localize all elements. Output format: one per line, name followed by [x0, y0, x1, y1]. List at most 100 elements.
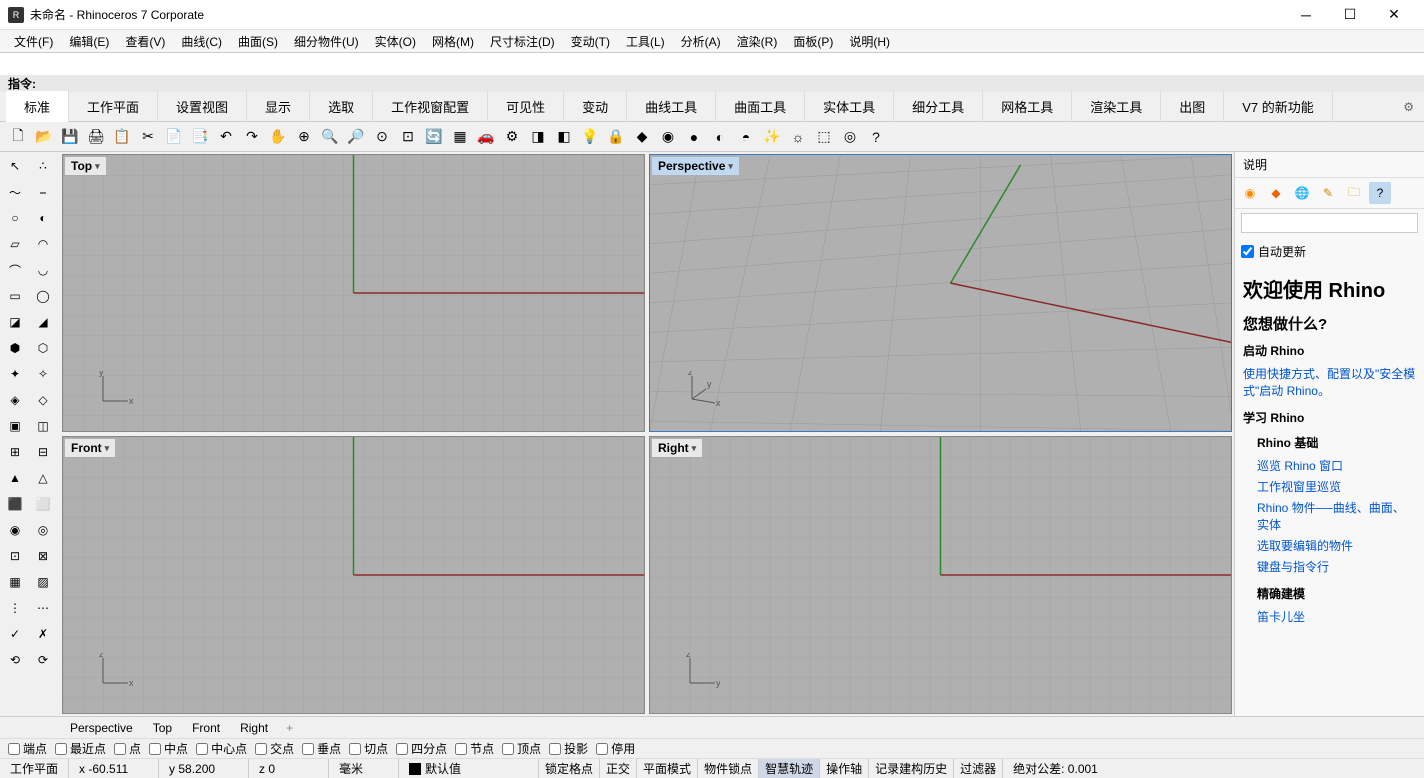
osnap-4[interactable]: 中心点 [196, 740, 247, 757]
toolbar-btn-10[interactable]: ✋ [266, 125, 290, 149]
toolbar-btn-23[interactable]: 🔒 [604, 125, 628, 149]
osnap-2[interactable]: 点 [114, 740, 141, 757]
help-link-0[interactable]: 巡览 Rhino 窗口 [1257, 455, 1416, 476]
status-unit[interactable]: 毫米 [329, 759, 399, 778]
menu-item-0[interactable]: 文件(F) [6, 30, 61, 53]
toolbar-btn-11[interactable]: ⊕ [292, 125, 316, 149]
osnap-check-6[interactable] [302, 743, 314, 755]
help-link-2[interactable]: Rhino 物件──曲线、曲面、实体 [1257, 497, 1416, 535]
osnap-0[interactable]: 端点 [8, 740, 47, 757]
osnap-check-12[interactable] [596, 743, 608, 755]
side-btn-7-1[interactable]: ⬡ [30, 336, 56, 360]
side-btn-8-0[interactable]: ✦ [2, 362, 28, 386]
toolbar-btn-30[interactable]: ☼ [786, 125, 810, 149]
viewport-front-label[interactable]: Front▾ [65, 439, 115, 457]
osnap-10[interactable]: 顶点 [502, 740, 541, 757]
status-toggle-6[interactable]: 记录建构历史 [869, 759, 954, 778]
side-btn-4-1[interactable]: ◡ [30, 258, 56, 282]
status-toggle-2[interactable]: 平面模式 [637, 759, 698, 778]
osnap-5[interactable]: 交点 [255, 740, 294, 757]
status-toggle-1[interactable]: 正交 [600, 759, 637, 778]
toolbar-btn-15[interactable]: ⊡ [396, 125, 420, 149]
side-btn-15-1[interactable]: ⊠ [30, 544, 56, 568]
menu-item-7[interactable]: 网格(M) [424, 30, 482, 53]
viewport-top[interactable]: Top▾ xy [62, 154, 645, 432]
viewport-tab-front[interactable]: Front [182, 718, 230, 738]
side-btn-8-1[interactable]: ✧ [30, 362, 56, 386]
toolbar-btn-20[interactable]: ◨ [526, 125, 550, 149]
side-btn-16-0[interactable]: ▦ [2, 570, 28, 594]
side-btn-18-1[interactable]: ✗ [30, 622, 56, 646]
viewport-front[interactable]: Front▾ xz [62, 436, 645, 714]
side-btn-10-1[interactable]: ◫ [30, 414, 56, 438]
toolbar-btn-26[interactable]: ● [682, 125, 706, 149]
side-btn-11-0[interactable]: ⊞ [2, 440, 28, 464]
osnap-11[interactable]: 投影 [549, 740, 588, 757]
status-layer[interactable]: 默认值 [399, 759, 539, 778]
menu-item-8[interactable]: 尺寸标注(D) [482, 30, 563, 53]
side-btn-10-0[interactable]: ▣ [2, 414, 28, 438]
status-toggle-4[interactable]: 智慧轨迹 [759, 759, 820, 778]
osnap-7[interactable]: 切点 [349, 740, 388, 757]
side-btn-13-0[interactable]: ⬛ [2, 492, 28, 516]
side-btn-3-1[interactable]: ◠ [30, 232, 56, 256]
toolbar-btn-14[interactable]: ⊙ [370, 125, 394, 149]
side-btn-11-1[interactable]: ⊟ [30, 440, 56, 464]
osnap-check-11[interactable] [549, 743, 561, 755]
menu-item-3[interactable]: 曲线(C) [173, 30, 230, 53]
tab-14[interactable]: 出图 [1161, 91, 1224, 122]
side-btn-2-0[interactable]: ○ [2, 206, 28, 230]
osnap-check-10[interactable] [502, 743, 514, 755]
toolbar-btn-31[interactable]: ⬚ [812, 125, 836, 149]
command-input[interactable] [40, 77, 1416, 91]
tab-4[interactable]: 选取 [310, 91, 373, 122]
tab-0[interactable]: 标准 [6, 91, 69, 122]
osnap-8[interactable]: 四分点 [396, 740, 447, 757]
toolbar-btn-32[interactable]: ◎ [838, 125, 862, 149]
tab-6[interactable]: 可见性 [488, 91, 564, 122]
osnap-6[interactable]: 垂点 [302, 740, 341, 757]
side-btn-1-1[interactable]: ⎯ [30, 180, 56, 204]
help-link-start[interactable]: 使用快捷方式、配置以及"安全模式"启动 Rhino。 [1243, 363, 1416, 401]
side-btn-3-0[interactable]: ▱ [2, 232, 28, 256]
tab-7[interactable]: 变动 [564, 91, 627, 122]
side-btn-17-0[interactable]: ⋮ [2, 596, 28, 620]
side-btn-7-0[interactable]: ⬢ [2, 336, 28, 360]
menu-item-2[interactable]: 查看(V) [117, 30, 173, 53]
tab-5[interactable]: 工作视窗配置 [373, 91, 488, 122]
toolbar-btn-29[interactable]: ✨ [760, 125, 784, 149]
maximize-button[interactable]: ☐ [1328, 1, 1372, 29]
side-btn-18-0[interactable]: ✓ [2, 622, 28, 646]
help-link-4[interactable]: 键盘与指令行 [1257, 556, 1416, 577]
menu-item-11[interactable]: 分析(A) [673, 30, 729, 53]
osnap-check-1[interactable] [55, 743, 67, 755]
gear-icon[interactable]: ⚙ [1393, 94, 1424, 120]
toolbar-btn-27[interactable]: ◐ [708, 125, 732, 149]
toolbar-btn-5[interactable]: ✂ [136, 125, 160, 149]
toolbar-btn-6[interactable]: 📄 [162, 125, 186, 149]
help-panel-icon[interactable]: ? [1369, 182, 1391, 204]
osnap-check-0[interactable] [8, 743, 20, 755]
tab-3[interactable]: 显示 [247, 91, 310, 122]
menu-item-9[interactable]: 变动(T) [563, 30, 618, 53]
menu-item-10[interactable]: 工具(L) [618, 30, 673, 53]
viewport-perspective[interactable]: Perspective▾ xzy [649, 154, 1232, 432]
viewport-top-label[interactable]: Top▾ [65, 157, 106, 175]
auto-update-checkbox[interactable] [1241, 245, 1254, 258]
osnap-check-4[interactable] [196, 743, 208, 755]
osnap-check-5[interactable] [255, 743, 267, 755]
side-btn-9-0[interactable]: ◈ [2, 388, 28, 412]
viewport-tab-perspective[interactable]: Perspective [60, 718, 143, 738]
menu-item-6[interactable]: 实体(O) [367, 30, 424, 53]
side-btn-16-1[interactable]: ▨ [30, 570, 56, 594]
menu-item-5[interactable]: 细分物件(U) [286, 30, 367, 53]
toolbar-btn-13[interactable]: 🔎 [344, 125, 368, 149]
tab-11[interactable]: 细分工具 [894, 91, 983, 122]
minimize-button[interactable]: ─ [1284, 1, 1328, 29]
toolbar-btn-25[interactable]: ◉ [656, 125, 680, 149]
status-toggle-0[interactable]: 锁定格点 [539, 759, 600, 778]
toolbar-btn-9[interactable]: ↷ [240, 125, 264, 149]
tab-10[interactable]: 实体工具 [805, 91, 894, 122]
toolbar-btn-21[interactable]: ◧ [552, 125, 576, 149]
menu-item-4[interactable]: 曲面(S) [230, 30, 286, 53]
